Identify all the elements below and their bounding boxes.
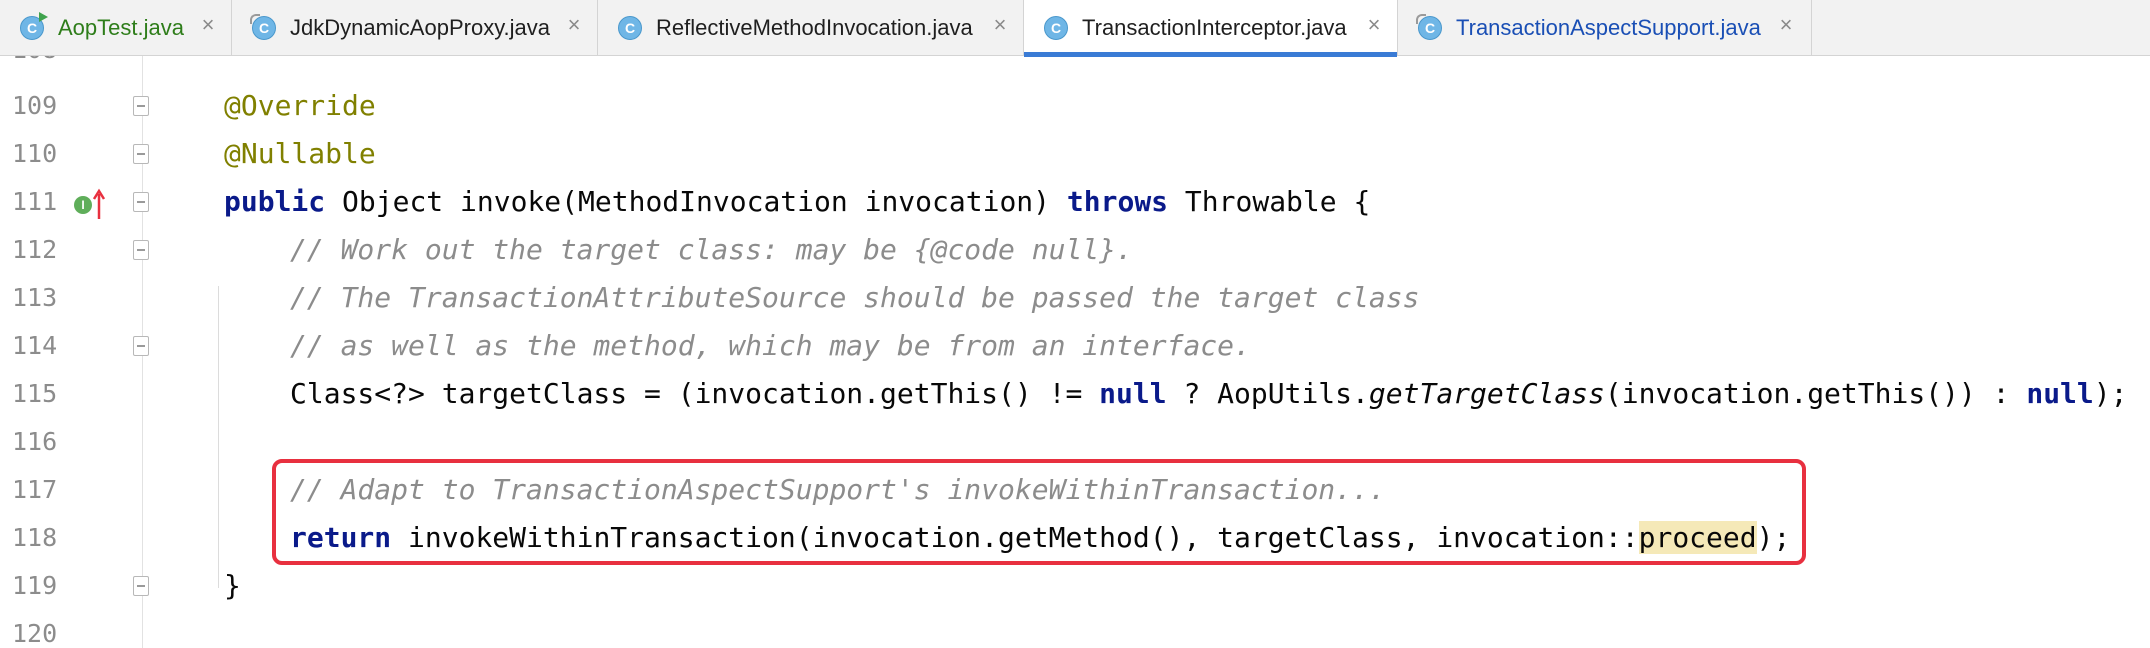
code-line-120: 120 — [0, 610, 2150, 648]
line-number: 111 — [12, 187, 58, 216]
java-class-icon: C — [1044, 16, 1068, 40]
static-method-call: getTargetClass — [1368, 377, 1605, 410]
overridden-arrow-icon[interactable] — [92, 188, 106, 220]
keyword-public: public — [224, 185, 326, 218]
close-icon[interactable]: × — [562, 13, 586, 37]
fold-marker-icon[interactable] — [133, 96, 149, 116]
keyword-throws: throws — [1066, 185, 1169, 218]
java-class-run-icon: C — [20, 12, 48, 40]
comment: // The TransactionAttributeSource should… — [290, 281, 1420, 314]
close-icon[interactable]: × — [1362, 13, 1386, 37]
code-line-110: 110 @Nullable — [0, 130, 2150, 178]
tab-label: TransactionAspectSupport.java — [1456, 15, 1761, 40]
line-number: 110 — [12, 139, 58, 168]
line-number: 112 — [12, 235, 58, 264]
tab-label: TransactionInterceptor.java — [1082, 15, 1347, 40]
keyword-null: null — [1099, 377, 1167, 410]
code-line-114: 114 // as well as the method, which may … — [0, 322, 2150, 370]
editor-tab-bar: C AopTest.java × C JdkDynamicAopProxy.ja… — [0, 0, 2150, 57]
line-number: 113 — [12, 283, 58, 312]
fold-end-marker-icon[interactable] — [133, 144, 149, 164]
java-class-icon: C — [618, 16, 642, 40]
comment: // Work out the target class: may be {@c… — [290, 233, 1133, 266]
closing-brace: } — [224, 569, 241, 602]
fold-marker-icon[interactable] — [133, 240, 149, 260]
line-number: 118 — [12, 523, 58, 552]
annotation-nullable: @Nullable — [224, 137, 376, 170]
signature-part: Object invoke(MethodInvocation invocatio… — [325, 185, 1067, 218]
line-number: 119 — [12, 571, 58, 600]
line-number: 108 — [12, 56, 68, 74]
code-line-112: 112 // Work out the target class: may be… — [0, 226, 2150, 274]
code-line-108: 108 — [0, 56, 2150, 74]
tab-label: AopTest.java — [58, 15, 184, 40]
line-number: 114 — [12, 331, 58, 360]
tab-aoptest[interactable]: C AopTest.java × — [0, 0, 232, 56]
code-line-119: 119 } — [0, 562, 2150, 610]
code-line-113: 113 // The TransactionAttributeSource sh… — [0, 274, 2150, 322]
close-icon[interactable]: × — [988, 13, 1012, 37]
line-number: 120 — [12, 619, 58, 648]
java-class-icon: C — [250, 14, 276, 40]
tab-jdkdynamicaopproxy[interactable]: C JdkDynamicAopProxy.java × — [232, 0, 598, 56]
line-number: 109 — [12, 91, 58, 120]
code-line-115: 115 Class<?> targetClass = (invocation.g… — [0, 370, 2150, 418]
code-part: Class<?> targetClass = (invocation.getTh… — [290, 377, 1100, 410]
fold-end-marker-icon[interactable] — [133, 576, 149, 596]
tab-reflectivemethodinvocation[interactable]: C ReflectiveMethodInvocation.java × — [598, 0, 1024, 56]
method-signature: public Object invoke(MethodInvocation in… — [224, 178, 1370, 226]
annotation-override: @Override — [224, 89, 376, 122]
statement: Class<?> targetClass = (invocation.getTh… — [290, 370, 2128, 418]
code-part: ); — [2093, 377, 2128, 410]
implements-method-icon[interactable]: I — [74, 196, 92, 214]
code-line-111: 111 public Object invoke(MethodInvocatio… — [0, 178, 2150, 226]
tab-transactioninterceptor[interactable]: C TransactionInterceptor.java × — [1024, 0, 1398, 57]
line-number: 116 — [12, 427, 58, 456]
tab-label: JdkDynamicAopProxy.java — [290, 15, 551, 40]
tab-transactionaspectsupport[interactable]: C TransactionAspectSupport.java × — [1398, 0, 1812, 56]
fold-marker-icon[interactable] — [133, 192, 149, 212]
highlight-annotation-box — [272, 459, 1806, 565]
line-number: 115 — [12, 379, 58, 408]
code-line-109: 109 @Override — [0, 82, 2150, 130]
signature-part: Throwable { — [1168, 185, 1371, 218]
close-icon[interactable]: × — [1774, 13, 1798, 37]
tab-label: ReflectiveMethodInvocation.java — [656, 15, 973, 40]
code-part: ? AopUtils. — [1166, 377, 1369, 410]
code-editor[interactable]: 108 109 @Override 110 @Nullable 111 publ… — [0, 56, 2150, 648]
keyword-null: null — [2026, 377, 2094, 410]
close-icon[interactable]: × — [196, 13, 220, 37]
java-class-impl-icon: C — [1416, 14, 1442, 40]
comment: // as well as the method, which may be f… — [290, 329, 1251, 362]
fold-end-marker-icon[interactable] — [133, 336, 149, 356]
code-part: (invocation.getThis()) : — [1604, 377, 2027, 410]
line-number: 117 — [12, 475, 58, 504]
